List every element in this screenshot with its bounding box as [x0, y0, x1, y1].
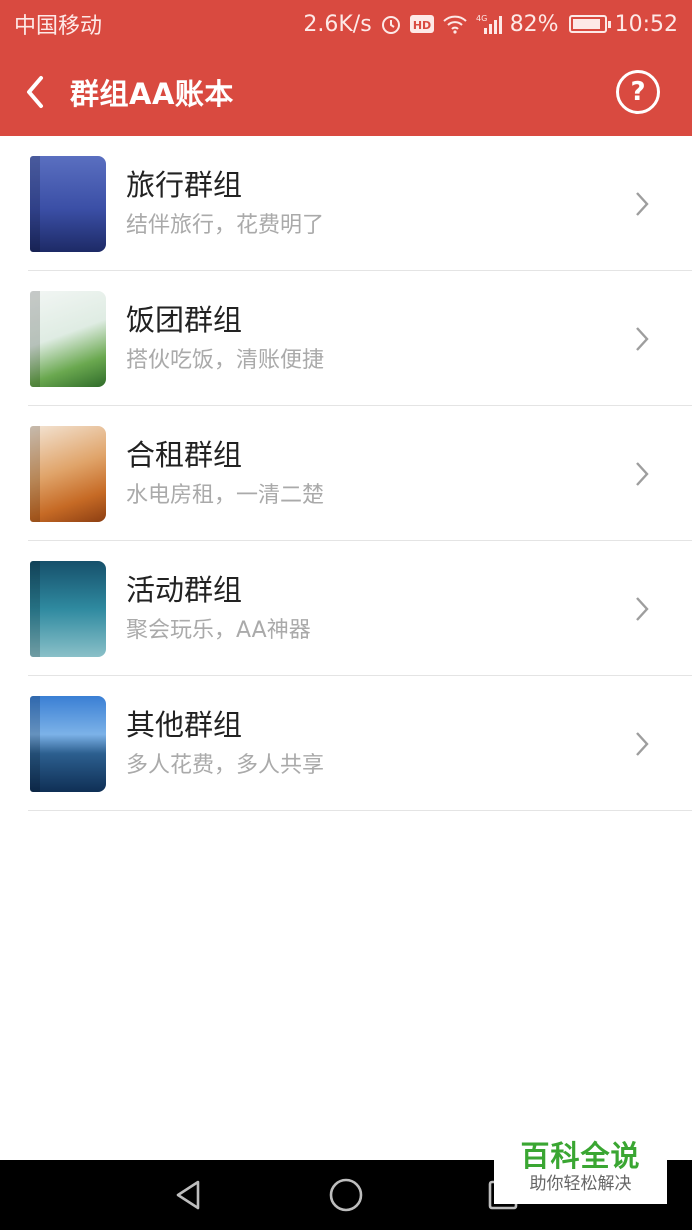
app-bar: 群组AA账本 ?	[0, 48, 692, 136]
group-title: 合租群组	[126, 437, 243, 472]
hd-icon: HD	[409, 14, 434, 34]
group-item-travel[interactable]: 旅行群组 结伴旅行，花费明了	[0, 136, 692, 271]
chevron-left-icon	[27, 76, 43, 108]
home-circle-icon	[329, 1178, 363, 1212]
page-title: 群组AA账本	[70, 77, 234, 111]
status-bar: 中国移动 2.6K/s HD 4G 82% 10:52	[0, 0, 692, 48]
watermark-subtitle: 助你轻松解决	[529, 1174, 632, 1194]
group-list: 旅行群组 结伴旅行，花费明了 饭团群组 搭伙吃饭，清账便捷 合租群组 水电房租，…	[0, 136, 692, 811]
help-button[interactable]: ?	[616, 70, 660, 114]
chevron-right-icon	[612, 190, 672, 218]
chevron-right-icon	[612, 325, 672, 353]
svg-text:HD: HD	[413, 19, 431, 32]
other-thumbnail	[30, 695, 106, 792]
group-subtitle: 多人花费，多人共享	[126, 752, 325, 778]
clock: 10:52	[614, 11, 678, 37]
back-button[interactable]	[0, 48, 70, 136]
group-subtitle: 结伴旅行，花费明了	[126, 212, 325, 238]
battery-percent: 82%	[509, 11, 559, 37]
group-subtitle: 聚会玩乐，AA神器	[126, 617, 311, 643]
carrier-label: 中国移动	[14, 14, 103, 39]
group-title: 饭团群组	[126, 302, 243, 337]
network-speed: 2.6K/s	[303, 11, 372, 37]
network-type: 4G	[476, 14, 487, 23]
chevron-right-icon	[612, 460, 672, 488]
travel-thumbnail	[30, 155, 106, 252]
question-icon: ?	[630, 77, 646, 107]
battery-icon	[568, 15, 611, 33]
nav-home-button[interactable]	[321, 1170, 371, 1220]
signal-icon: 4G	[476, 13, 502, 35]
group-item-meal[interactable]: 饭团群组 搭伙吃饭，清账便捷	[0, 271, 692, 406]
group-title: 其他群组	[126, 707, 243, 742]
group-item-other[interactable]: 其他群组 多人花费，多人共享	[0, 676, 692, 811]
nav-back-button[interactable]	[164, 1170, 214, 1220]
group-item-activity[interactable]: 活动群组 聚会玩乐，AA神器	[0, 541, 692, 676]
wifi-icon	[442, 14, 468, 34]
group-subtitle: 搭伙吃饭，清账便捷	[126, 347, 325, 373]
rent-thumbnail	[30, 425, 106, 522]
chevron-right-icon	[612, 595, 672, 623]
watermark-logo: 百科全说 助你轻松解决	[494, 1130, 667, 1204]
back-triangle-icon	[176, 1180, 199, 1210]
activity-thumbnail	[30, 560, 106, 657]
group-item-rent[interactable]: 合租群组 水电房租，一清二楚	[0, 406, 692, 541]
group-title: 旅行群组	[126, 167, 243, 202]
meal-thumbnail	[30, 290, 106, 387]
status-right: 2.6K/s HD 4G 82% 10:52	[303, 12, 678, 37]
chevron-right-icon	[612, 730, 672, 758]
alarm-icon	[380, 13, 402, 35]
watermark-title: 百科全说	[520, 1139, 641, 1173]
group-title: 活动群组	[126, 572, 243, 607]
group-subtitle: 水电房租，一清二楚	[126, 482, 325, 508]
